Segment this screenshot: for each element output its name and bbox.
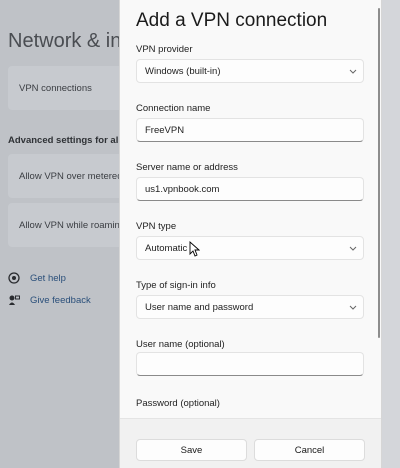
dialog-footer: Save Cancel <box>120 418 381 468</box>
vpn-provider-label: VPN provider <box>136 44 193 55</box>
give-feedback-label: Give feedback <box>30 294 91 306</box>
sign-in-type-label: Type of sign-in info <box>136 280 216 291</box>
vpn-type-select[interactable]: Automatic <box>136 236 364 260</box>
server-address-label: Server name or address <box>136 162 238 173</box>
sign-in-type-value: User name and password <box>145 301 254 313</box>
sign-in-type-select[interactable]: User name and password <box>136 295 364 319</box>
window-edge <box>382 0 400 468</box>
server-address-field[interactable]: us1.vpnbook.com <box>136 177 364 201</box>
vpn-provider-select[interactable]: Windows (built-in) <box>136 59 364 83</box>
chevron-down-icon <box>343 60 363 82</box>
give-feedback-link[interactable]: Give feedback <box>8 294 91 306</box>
chevron-down-icon <box>343 237 363 259</box>
username-field[interactable] <box>136 352 364 376</box>
help-icon <box>8 272 20 284</box>
connection-name-field[interactable]: FreeVPN <box>136 118 364 142</box>
add-vpn-dialog: Add a VPN connection VPN provider Window… <box>119 0 382 468</box>
dialog-scrollbar[interactable] <box>378 8 380 338</box>
get-help-link[interactable]: Get help <box>8 272 66 284</box>
vpn-connections-label: VPN connections <box>19 82 92 94</box>
vpn-type-value: Automatic <box>145 242 188 254</box>
password-label: Password (optional) <box>136 398 220 409</box>
dialog-title: Add a VPN connection <box>136 10 328 31</box>
connection-name-label: Connection name <box>136 103 211 114</box>
feedback-icon <box>8 294 20 306</box>
get-help-label: Get help <box>30 272 66 284</box>
chevron-down-icon <box>343 296 363 318</box>
save-button[interactable]: Save <box>136 439 247 461</box>
server-address-value: us1.vpnbook.com <box>145 183 220 195</box>
connection-name-value: FreeVPN <box>145 124 185 136</box>
username-label: User name (optional) <box>136 339 225 350</box>
vpn-type-label: VPN type <box>136 221 177 232</box>
cancel-button[interactable]: Cancel <box>254 439 365 461</box>
vpn-provider-value: Windows (built-in) <box>145 65 221 77</box>
mouse-cursor-icon <box>189 240 201 257</box>
allow-vpn-roaming-label: Allow VPN while roaming <box>19 219 126 231</box>
